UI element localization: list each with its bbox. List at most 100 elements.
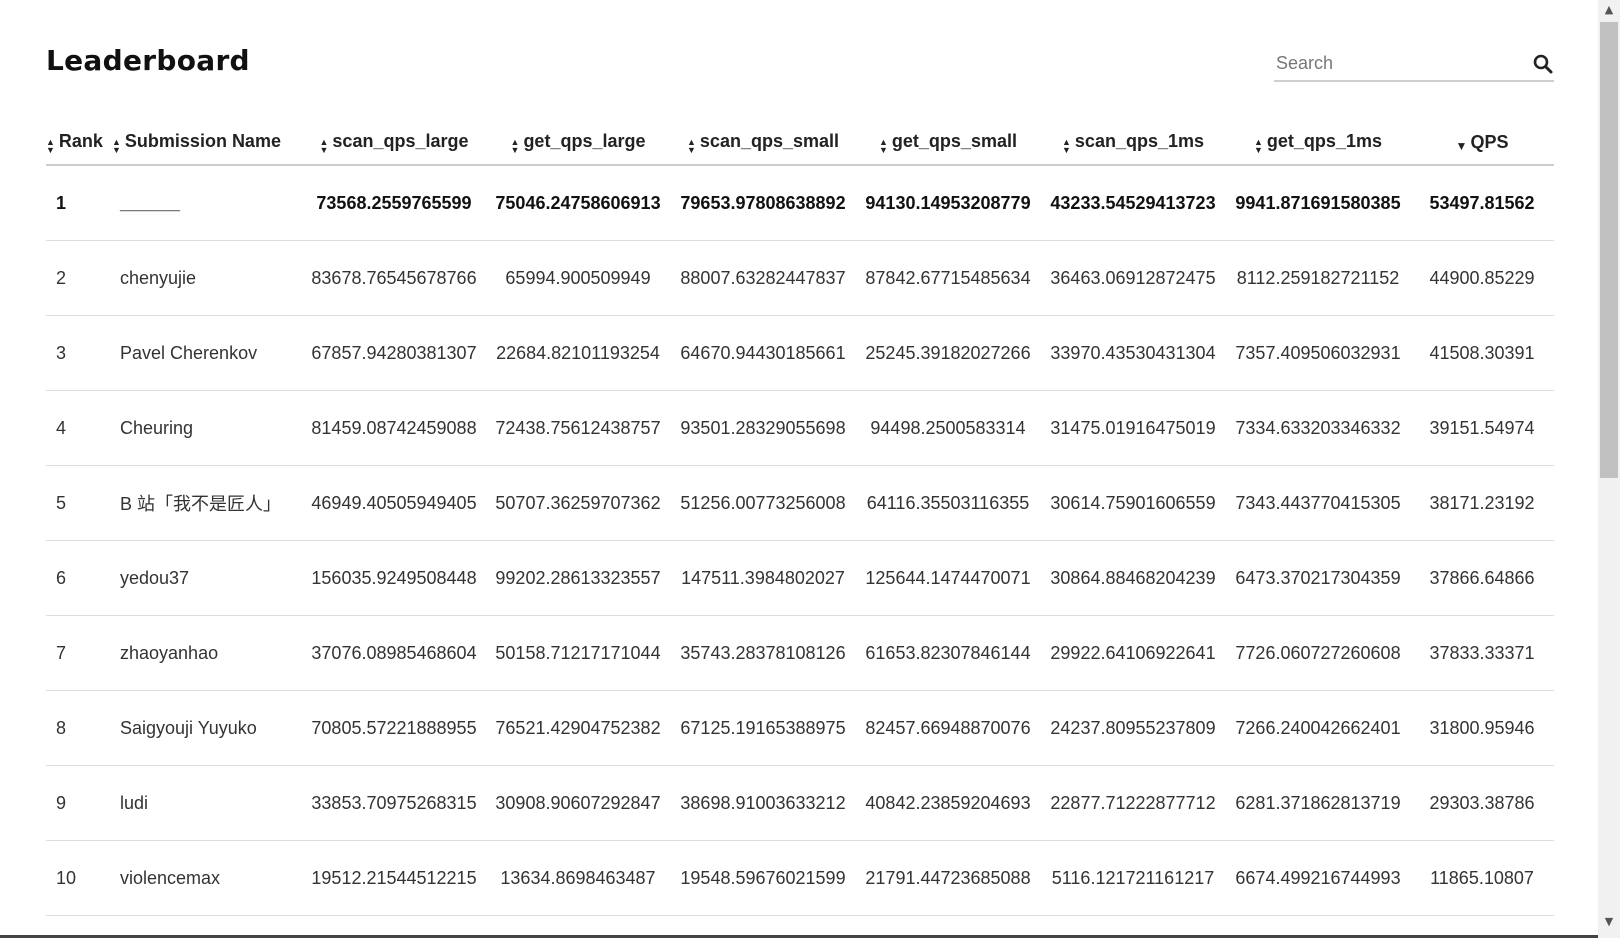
column-header-qps[interactable]: ▼ QPS <box>1410 120 1554 166</box>
metric-cell: 30864.88468204239 <box>1040 540 1226 616</box>
metric-cell: 7266.240042662401 <box>1226 690 1410 766</box>
metric-cell: 61653.82307846144 <box>856 615 1040 691</box>
metric-cell: 24237.80955237809 <box>1040 690 1226 766</box>
table-row[interactable]: 10 violencemax 19512.21544512215 13634.8698… <box>46 840 1554 916</box>
rank-cell: 4 <box>46 390 112 466</box>
metric-cell: 7357.409506032931 <box>1226 315 1410 391</box>
metric-cell: 38698.91003633212 <box>670 765 856 841</box>
sort-icon: ▲ ▼ <box>879 136 888 155</box>
vertical-scrollbar[interactable]: ▲ ▼ <box>1598 0 1620 938</box>
metric-cell: 88007.63282447837 <box>670 240 856 316</box>
sort-icon: ▲ ▼ <box>46 136 55 155</box>
column-header-scan-qps-1ms[interactable]: ▲ ▼ scan_qps_1ms <box>1040 120 1226 166</box>
metric-cell: 30614.75901606559 <box>1040 465 1226 541</box>
metric-cell: 79653.97808638892 <box>670 165 856 241</box>
metric-cell: 29922.64106922641 <box>1040 615 1226 691</box>
column-header-get-qps-large[interactable]: ▲ ▼ get_qps_large <box>486 120 670 166</box>
metric-cell: 46949.40505949405 <box>302 465 486 541</box>
rank-cell: 7 <box>46 615 112 691</box>
metric-cell: 40842.23859204693 <box>856 765 1040 841</box>
table-row[interactable]: 4 Cheuring 81459.08742459088 72438.75612438… <box>46 390 1554 466</box>
metric-cell: 37833.33371 <box>1410 615 1554 691</box>
column-header-label: scan_qps_large <box>332 130 469 151</box>
column-header-label: scan_qps_1ms <box>1074 130 1204 151</box>
metric-cell: 65994.900509949 <box>486 240 670 316</box>
submission-name-cell: ludi <box>112 765 302 841</box>
sort-icon: ▲ ▼ <box>687 136 696 155</box>
metric-cell: 37076.08985468604 <box>302 615 486 691</box>
metric-cell: 7334.633203346332 <box>1226 390 1410 466</box>
rank-cell: 8 <box>46 690 112 766</box>
metric-cell: 76521.42904752382 <box>486 690 670 766</box>
column-header-label: get_qps_large <box>523 130 646 151</box>
column-header-scan-qps-large[interactable]: ▲ ▼ scan_qps_large <box>302 120 486 166</box>
column-header-rank[interactable]: ▲ ▼ Rank <box>46 120 112 166</box>
table-row[interactable]: 2 chenyujie 83678.76545678766 65994.9005099… <box>46 240 1554 316</box>
column-header-get-qps-1ms[interactable]: ▲ ▼ get_qps_1ms <box>1226 120 1410 166</box>
metric-cell: 6473.370217304359 <box>1226 540 1410 616</box>
submission-name-cell: yedou37 <box>112 540 302 616</box>
metric-cell: 81459.08742459088 <box>302 390 486 466</box>
submission-name-cell: Saigyouji Yuyuko <box>112 690 302 766</box>
metric-cell: 19548.59676021599 <box>670 840 856 916</box>
search-icon[interactable] <box>1532 53 1554 75</box>
column-header-scan-qps-small[interactable]: ▲ ▼ scan_qps_small <box>670 120 856 166</box>
metric-cell: 13634.8698463487 <box>486 840 670 916</box>
submission-name-cell: Cheuring <box>112 390 302 466</box>
metric-cell: 7726.060727260608 <box>1226 615 1410 691</box>
metric-cell: 94498.2500583314 <box>856 390 1040 466</box>
sort-icon: ▲ ▼ <box>510 136 520 155</box>
metric-cell: 75046.24758606913 <box>486 165 670 241</box>
header: Leaderboard <box>46 0 1554 120</box>
metric-cell: 11865.10807 <box>1410 840 1554 916</box>
column-header-submission-name[interactable]: ▲ ▼ Submission Name <box>112 120 302 166</box>
metric-cell: 44900.85229 <box>1410 240 1554 316</box>
metric-cell: 50707.36259707362 <box>486 465 670 541</box>
metric-cell: 31800.95946 <box>1410 690 1554 766</box>
metric-cell: 72438.75612438757 <box>486 390 670 466</box>
metric-cell: 70805.57221888955 <box>302 690 486 766</box>
rank-cell: 10 <box>46 840 112 916</box>
table-row[interactable]: 1 ______ 73568.2559765599 75046.24758606913… <box>46 165 1554 241</box>
submission-name-cell: chenyujie <box>112 240 302 316</box>
page-title: Leaderboard <box>46 44 250 77</box>
submission-name-cell: zhaoyanhao <box>112 615 302 691</box>
search-input[interactable] <box>1274 48 1518 78</box>
metric-cell: 21791.44723685088 <box>856 840 1040 916</box>
sort-icon: ▲ ▼ <box>1062 136 1071 155</box>
metric-cell: 41508.30391 <box>1410 315 1554 391</box>
metric-cell: 73568.2559765599 <box>302 165 486 241</box>
metric-cell: 64116.35503116355 <box>856 465 1040 541</box>
metric-cell: 6674.499216744993 <box>1226 840 1410 916</box>
metric-cell: 99202.28613323557 <box>486 540 670 616</box>
metric-cell: 7343.443770415305 <box>1226 465 1410 541</box>
rank-cell: 9 <box>46 765 112 841</box>
table-row[interactable]: 9 ludi 33853.70975268315 30908.90607292847 3… <box>46 765 1554 841</box>
metric-cell: 67125.19165388975 <box>670 690 856 766</box>
scroll-thumb[interactable] <box>1600 22 1618 478</box>
leaderboard-table: ▲ ▼ Rank ▲ ▼ Submission Name ▲ ▼ scan_qps_large ▲… <box>46 120 1554 916</box>
table-row[interactable]: 6 yedou37 156035.9249508448 99202.286133235… <box>46 540 1554 616</box>
metric-cell: 33970.43530431304 <box>1040 315 1226 391</box>
metric-cell: 83678.76545678766 <box>302 240 486 316</box>
sort-icon: ▲ ▼ <box>319 136 329 155</box>
column-header-label: QPS <box>1470 131 1509 152</box>
metric-cell: 25245.39182027266 <box>856 315 1040 391</box>
metric-cell: 22877.71222877712 <box>1040 765 1226 841</box>
metric-cell: 19512.21544512215 <box>302 840 486 916</box>
table-row[interactable]: 5B 站「我不是匠人」 46949.40505949405 50707.362597… <box>46 465 1554 541</box>
table-row[interactable]: 3 Pavel Cherenkov 67857.94280381307 22684.8… <box>46 315 1554 391</box>
column-header-label: get_qps_small <box>891 130 1017 151</box>
metric-cell: 36463.06912872475 <box>1040 240 1226 316</box>
metric-cell: 35743.28378108126 <box>670 615 856 691</box>
column-header-get-qps-small[interactable]: ▲ ▼ get_qps_small <box>856 120 1040 166</box>
rank-cell: 1 <box>46 165 112 241</box>
table-row[interactable]: 8 Saigyouji Yuyuko 70805.57221888955 76521.… <box>46 690 1554 766</box>
page: Leaderboard ▲▼Rank▲▼Submission Name▲▼sca… <box>46 0 1554 916</box>
scroll-up-arrow-icon[interactable]: ▲ <box>1598 0 1620 20</box>
metric-cell: 5116.121721161217 <box>1040 840 1226 916</box>
scroll-down-arrow-icon[interactable]: ▼ <box>1598 912 1620 932</box>
table-row[interactable]: 7 zhaoyanhao 37076.08985468604 50158.712171… <box>46 615 1554 691</box>
metric-cell: 33853.70975268315 <box>302 765 486 841</box>
submission-name-cell: Pavel Cherenkov <box>112 315 302 391</box>
